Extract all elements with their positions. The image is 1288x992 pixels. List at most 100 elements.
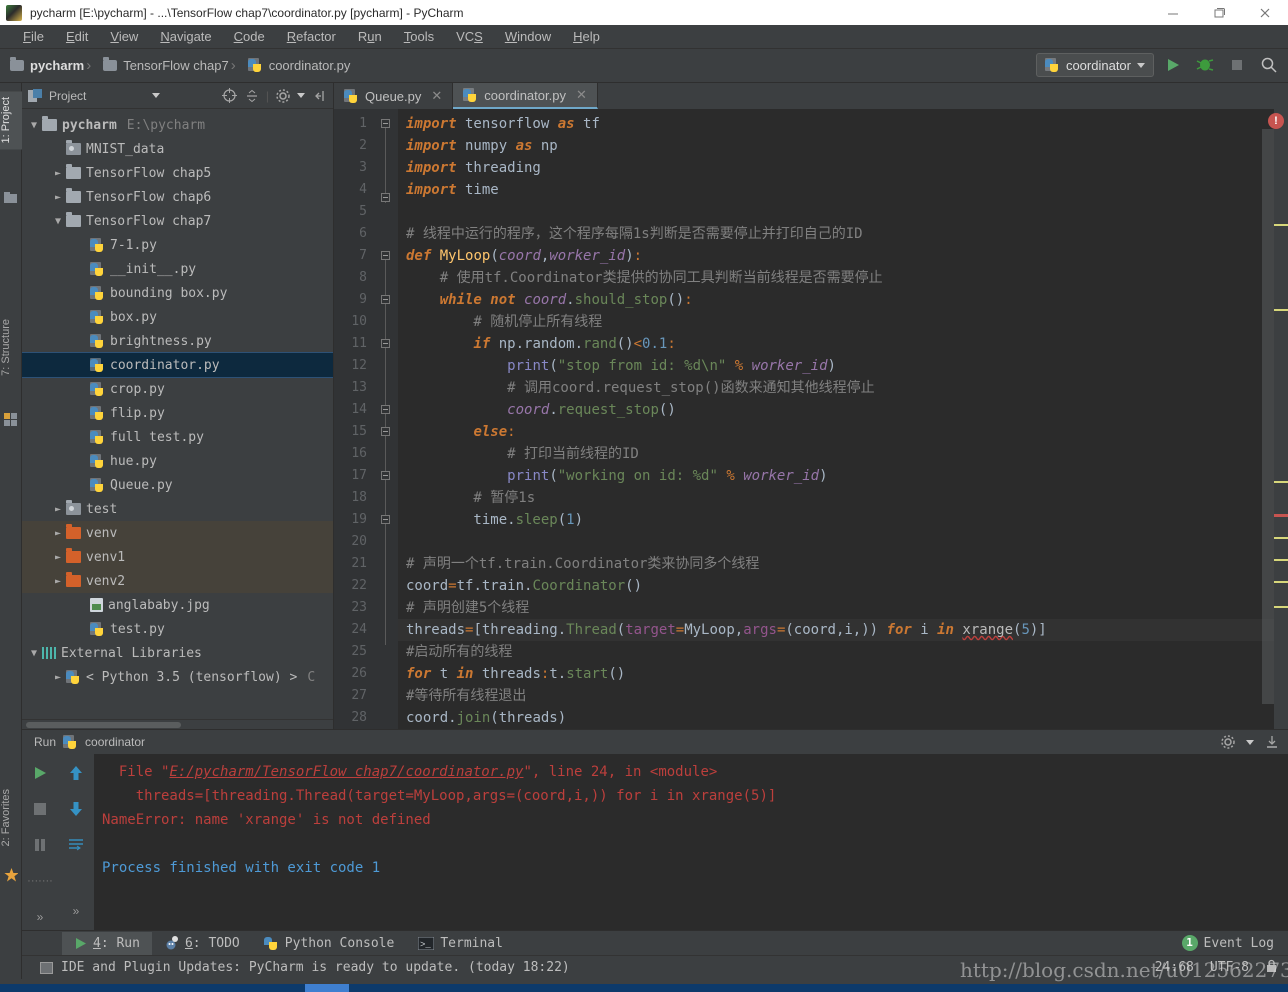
code-line[interactable]: # 声明一个tf.train.Coordinator类来协同多个线程 (398, 553, 1274, 575)
editor-tab-coordinator[interactable]: coordinator.py ✕ (453, 83, 598, 109)
editor-scrollbar-thumb[interactable] (1262, 129, 1274, 704)
menu-item-vcs[interactable]: VCS (445, 26, 494, 48)
fold-marker[interactable] (381, 427, 390, 436)
chevron-down-icon[interactable]: ▼ (26, 648, 42, 659)
expand-icon[interactable]: » (29, 906, 51, 928)
chevron-right-icon[interactable]: ► (50, 192, 66, 203)
tree-item-7-1-py[interactable]: 7-1.py (22, 233, 333, 257)
menu-item-refactor[interactable]: Refactor (276, 26, 347, 48)
console-file-link[interactable]: E:/pycharm/TensorFlow chap7/coordinator.… (169, 764, 523, 780)
tree-item-flip-py[interactable]: flip.py (22, 401, 333, 425)
more-icon[interactable]: » (65, 900, 87, 922)
menu-item-navigate[interactable]: Navigate (149, 26, 222, 48)
code-line[interactable]: coord.join(threads) (398, 707, 1274, 729)
code-line[interactable]: # 声明创建5个线程 (398, 597, 1274, 619)
tree-item--python-3-5-tensorflow-[interactable]: ►< Python 3.5 (tensorflow) >C (22, 665, 333, 689)
chevron-right-icon[interactable]: ► (50, 168, 66, 179)
menu-item-file[interactable]: File (12, 26, 55, 48)
code-line[interactable]: #等待所有线程退出 (398, 685, 1274, 707)
tree-item-external-libraries[interactable]: ▼External Libraries (22, 641, 333, 665)
project-tree[interactable]: ▼pycharmE:\pycharmMNIST_data►TensorFlow … (22, 109, 333, 719)
fold-marker[interactable] (381, 119, 390, 128)
status-message[interactable]: IDE and Plugin Updates: PyCharm is ready… (61, 960, 570, 975)
tree-item--init-py[interactable]: __init__.py (22, 257, 333, 281)
collapse-all-icon[interactable] (244, 88, 260, 104)
editor-tab-queue[interactable]: Queue.py ✕ (334, 83, 453, 109)
editor-marker-bar[interactable]: ! (1274, 109, 1288, 729)
down-arrow-icon[interactable] (65, 798, 87, 820)
pause-icon[interactable] (29, 834, 51, 856)
console-output[interactable]: File "E:/pycharm/TensorFlow chap7/coordi… (94, 754, 1288, 930)
code-line[interactable]: # 暂停1s (398, 487, 1274, 509)
menu-item-help[interactable]: Help (562, 26, 611, 48)
fold-marker[interactable] (381, 515, 390, 524)
fold-marker[interactable] (381, 251, 390, 260)
tree-item-box-py[interactable]: box.py (22, 305, 333, 329)
menu-item-code[interactable]: Code (223, 26, 276, 48)
breadcrumb-item-0[interactable]: pycharm (10, 58, 84, 73)
more-icon[interactable]: ······· (29, 870, 51, 892)
scrollbar-thumb[interactable] (26, 722, 181, 728)
close-icon[interactable]: ✕ (431, 88, 442, 104)
project-horizontal-scrollbar[interactable] (22, 719, 333, 729)
settings-icon[interactable] (275, 88, 291, 104)
tree-item-pycharm[interactable]: ▼pycharmE:\pycharm (22, 113, 333, 137)
up-arrow-icon[interactable] (65, 762, 87, 784)
chevron-down-icon[interactable] (152, 93, 160, 98)
chevron-right-icon[interactable]: ► (50, 672, 66, 683)
tree-item-venv[interactable]: ►venv (22, 521, 333, 545)
fold-marker[interactable] (381, 339, 390, 348)
tree-item-tensorflow-chap5[interactable]: ►TensorFlow chap5 (22, 161, 333, 185)
code-line[interactable]: # 随机停止所有线程 (398, 311, 1274, 333)
source-code[interactable]: import tensorflow as tfimport numpy as n… (398, 109, 1274, 729)
code-line[interactable] (398, 201, 1274, 223)
code-line[interactable]: threads=[threading.Thread(target=MyLoop,… (398, 619, 1274, 641)
fold-marker[interactable] (381, 193, 390, 202)
menu-item-window[interactable]: Window (494, 26, 562, 48)
fold-marker[interactable] (381, 405, 390, 414)
bottom-tab-run[interactable]: 4: Run (62, 932, 152, 955)
code-line[interactable]: #启动所有的线程 (398, 641, 1274, 663)
bottom-tab-todo[interactable]: 6: TODO (152, 932, 252, 955)
code-line[interactable]: # 调用coord.request_stop()函数来通知其他线程停止 (398, 377, 1274, 399)
breadcrumb-item-1[interactable]: TensorFlow chap7 (84, 57, 229, 74)
menu-item-edit[interactable]: Edit (55, 26, 99, 48)
error-badge[interactable]: ! (1268, 113, 1284, 129)
code-line[interactable]: import numpy as np (398, 135, 1274, 157)
event-log-button[interactable]: 1 Event Log (1182, 935, 1274, 951)
maximize-icon[interactable] (1196, 0, 1242, 25)
code-line[interactable]: import tensorflow as tf (398, 113, 1274, 135)
code-area[interactable]: 1234567891011121314151617181920212223242… (334, 109, 1288, 729)
bottom-tab-terminal[interactable]: >_ Terminal (406, 932, 515, 955)
chevron-right-icon[interactable]: ► (50, 552, 66, 563)
code-line[interactable]: # 线程中运行的程序，这个程序每隔1s判断是否需要停止并打印自己的ID (398, 223, 1274, 245)
search-icon[interactable] (1256, 53, 1282, 77)
close-icon[interactable] (1242, 0, 1288, 25)
menu-item-tools[interactable]: Tools (393, 26, 445, 48)
sidebar-tab-favorites[interactable]: 2: Favorites (0, 783, 22, 852)
tree-item-anglababy-jpg[interactable]: anglababy.jpg (22, 593, 333, 617)
code-line[interactable]: for t in threads:t.start() (398, 663, 1274, 685)
bottom-tab-python-console[interactable]: Python Console (252, 932, 407, 955)
minimize-icon[interactable] (1150, 0, 1196, 25)
sidebar-tab-structure[interactable]: 7: Structure (0, 313, 22, 382)
tree-item-full-test-py[interactable]: full test.py (22, 425, 333, 449)
fold-marker[interactable] (381, 471, 390, 480)
tree-item-venv2[interactable]: ►venv2 (22, 569, 333, 593)
code-line[interactable]: coord=tf.train.Coordinator() (398, 575, 1274, 597)
menu-item-view[interactable]: View (99, 26, 149, 48)
code-line[interactable]: import time (398, 179, 1274, 201)
chevron-right-icon[interactable]: ► (50, 504, 66, 515)
code-line[interactable]: # 打印当前线程的ID (398, 443, 1274, 465)
tree-item-mnist-data[interactable]: MNIST_data (22, 137, 333, 161)
chevron-down-icon[interactable] (1246, 740, 1254, 745)
fold-marker[interactable] (381, 295, 390, 304)
chevron-right-icon[interactable]: ► (50, 528, 66, 539)
rerun-icon[interactable] (29, 762, 51, 784)
code-line[interactable]: print("working on id: %d" % worker_id) (398, 465, 1274, 487)
code-line[interactable]: def MyLoop(coord,worker_id): (398, 245, 1274, 267)
hide-panel-icon[interactable] (311, 88, 327, 104)
stop-icon[interactable] (29, 798, 51, 820)
code-line[interactable]: if np.random.rand()<0.1: (398, 333, 1274, 355)
code-line[interactable] (398, 531, 1274, 553)
